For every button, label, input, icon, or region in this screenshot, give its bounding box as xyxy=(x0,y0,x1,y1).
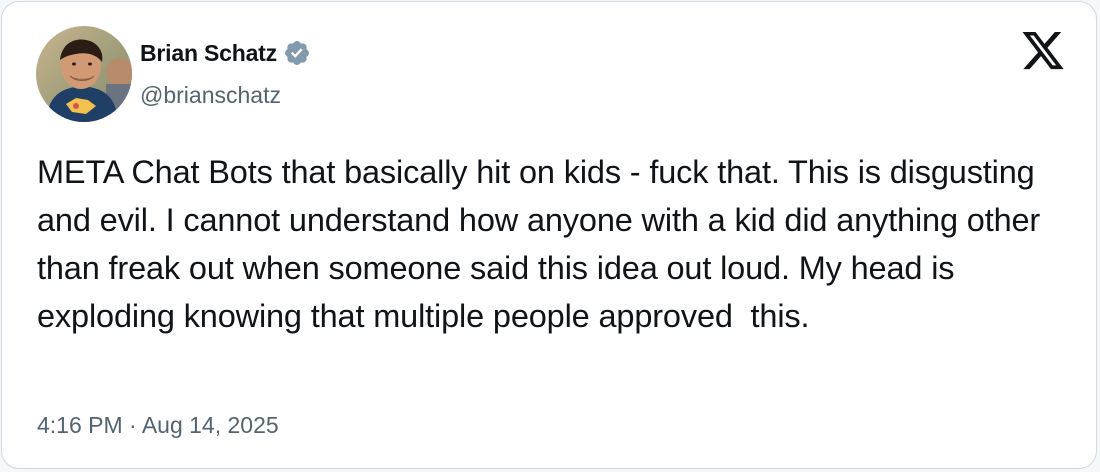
x-logo-icon[interactable] xyxy=(1020,31,1066,73)
author-display-name[interactable]: Brian Schatz xyxy=(140,40,277,67)
tweet-text: META Chat Bots that basically hit on kid… xyxy=(37,154,1049,334)
tweet-card: Brian Schatz @brianschatz META Chat Bots… xyxy=(1,1,1097,469)
author-handle[interactable]: @brianschatz xyxy=(140,82,281,109)
author-name-row: Brian Schatz xyxy=(140,38,311,68)
tweet-timestamp[interactable]: 4:16 PM · Aug 14, 2025 xyxy=(37,412,279,439)
avatar[interactable] xyxy=(36,26,132,122)
verified-badge-icon xyxy=(283,39,311,67)
